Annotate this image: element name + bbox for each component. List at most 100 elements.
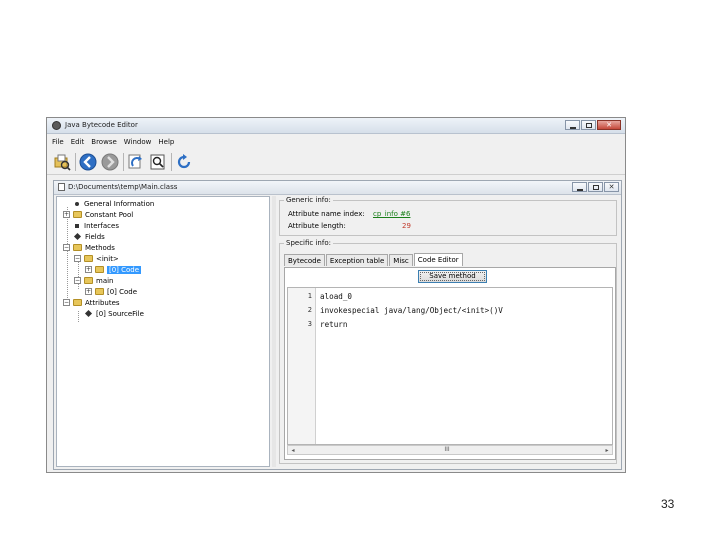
tree-node-init[interactable]: − <init> [74, 253, 119, 264]
tab-code-editor[interactable]: Code Editor [413, 253, 463, 266]
tree-label: Fields [85, 232, 105, 241]
minimize-button[interactable] [565, 120, 580, 130]
line-number: 3 [307, 320, 312, 328]
tree-label: [0] SourceFile [96, 309, 144, 318]
document-title-bar: D:\Documents\temp\Main.class ✕ [54, 181, 621, 195]
scroll-right-icon[interactable]: ▸ [603, 447, 611, 454]
document-icon [58, 183, 65, 191]
expand-icon[interactable]: + [85, 266, 92, 273]
reload-button[interactable] [127, 153, 145, 171]
tab-strip: Bytecode Exception table Misc Code Edito… [284, 253, 464, 267]
collapse-icon[interactable]: − [74, 277, 81, 284]
tree-node-main-code[interactable]: + [0] Code [85, 286, 137, 297]
interface-icon [75, 223, 79, 228]
expand-icon[interactable]: + [85, 288, 92, 295]
generic-info-legend: Generic info: [284, 196, 333, 204]
refresh-button[interactable] [175, 153, 193, 171]
scroll-left-icon[interactable]: ◂ [289, 447, 297, 454]
tab-misc[interactable]: Misc [389, 254, 413, 266]
menu-window[interactable]: Window [124, 136, 152, 148]
class-tree: General Information + Constant Pool Inte… [56, 196, 270, 467]
tree-node-interfaces[interactable]: Interfaces [63, 220, 119, 231]
forward-button[interactable] [101, 153, 119, 171]
code-editor[interactable]: 1 2 3 aload_0 invokespecial java/lang/Ob… [287, 287, 613, 445]
tree-label: <init> [96, 254, 119, 263]
tree-node-source-file[interactable]: [0] SourceFile [74, 308, 144, 319]
folder-icon [73, 211, 82, 218]
menu-help[interactable]: Help [158, 136, 174, 148]
pane-splitter[interactable] [272, 196, 276, 467]
menu-edit[interactable]: Edit [71, 136, 85, 148]
forward-icon [101, 153, 119, 171]
tree-node-fields[interactable]: Fields [63, 231, 105, 242]
tree-node-constant-pool[interactable]: + Constant Pool [63, 209, 133, 220]
expand-icon[interactable]: + [63, 211, 70, 218]
window-title: Java Bytecode Editor [65, 121, 138, 129]
tree-label: [0] Code [107, 287, 138, 296]
collapse-icon[interactable]: − [74, 255, 81, 262]
document-path: D:\Documents\temp\Main.class [68, 183, 178, 191]
document-window-controls: ✕ [571, 182, 619, 193]
bullet-icon [75, 201, 79, 206]
maximize-button[interactable] [581, 120, 596, 130]
attr-name-index-link[interactable]: cp_info #6 [373, 210, 410, 218]
tree-node-main[interactable]: − main [74, 275, 114, 286]
close-button[interactable]: ✕ [597, 120, 621, 130]
minimize-icon [570, 127, 576, 129]
scroll-thumb[interactable]: III [442, 447, 452, 453]
tree-node-init-code[interactable]: + [0] Code [85, 264, 142, 275]
tree-node-methods[interactable]: − Methods [63, 242, 115, 253]
page-number: 33 [661, 497, 675, 511]
collapse-icon[interactable]: − [63, 299, 70, 306]
tree-label: Constant Pool [85, 210, 134, 219]
tab-exception-table[interactable]: Exception table [325, 254, 389, 266]
tree-label: Interfaces [84, 221, 119, 230]
back-icon [79, 153, 97, 171]
menu-bar: File Edit Browse Window Help [47, 136, 625, 148]
document-close-button[interactable]: ✕ [604, 182, 619, 192]
code-line: invokespecial java/lang/Object/<init>()V [320, 306, 503, 315]
collapse-icon[interactable]: − [63, 244, 70, 251]
open-icon [54, 154, 71, 171]
open-button[interactable] [53, 153, 71, 171]
attr-length-label: Attribute length: [288, 222, 346, 230]
restore-icon [593, 185, 599, 190]
tab-bytecode[interactable]: Bytecode [284, 254, 325, 266]
reload-icon [128, 154, 142, 169]
code-editor-panel: Save method 1 2 3 aload_0 invokespecial … [284, 267, 616, 460]
back-button[interactable] [79, 153, 97, 171]
line-number: 1 [307, 292, 312, 300]
tree-node-attributes[interactable]: − Attributes [63, 297, 120, 308]
menu-browse[interactable]: Browse [91, 136, 117, 148]
maximize-icon [586, 123, 592, 128]
line-number: 2 [307, 306, 312, 314]
window-controls: ✕ [564, 120, 621, 131]
code-line: return [320, 320, 348, 329]
details-pane: Generic info: Attribute name index: cp_i… [277, 196, 619, 467]
attr-length-value: 29 [402, 222, 411, 230]
document-minimize-button[interactable] [572, 182, 587, 192]
generic-info-group: Generic info: Attribute name index: cp_i… [279, 196, 617, 236]
folder-icon [95, 266, 104, 273]
app-window: Java Bytecode Editor ✕ File Edit Browse … [46, 117, 626, 473]
folder-icon [84, 277, 93, 284]
specific-info-group: Specific info: Bytecode Exception table … [279, 239, 617, 464]
attr-name-index-label: Attribute name index: [288, 210, 365, 218]
field-icon [73, 232, 82, 241]
folder-icon [73, 244, 82, 251]
document-restore-button[interactable] [588, 182, 603, 192]
document-window: D:\Documents\temp\Main.class ✕ General I… [53, 180, 622, 470]
folder-icon [73, 299, 82, 306]
close-icon: ✕ [608, 183, 615, 191]
specific-info-legend: Specific info: [284, 239, 333, 247]
code-line: aload_0 [320, 292, 353, 301]
tree-node-general-information[interactable]: General Information [63, 198, 154, 209]
app-icon [52, 121, 61, 130]
save-method-button[interactable]: Save method [418, 270, 487, 283]
refresh-icon [177, 154, 191, 169]
find-button[interactable] [149, 153, 167, 171]
folder-icon [95, 288, 104, 295]
menu-file[interactable]: File [52, 136, 64, 148]
horizontal-scrollbar[interactable]: ◂ III ▸ [287, 445, 613, 455]
toolbar [47, 150, 625, 175]
